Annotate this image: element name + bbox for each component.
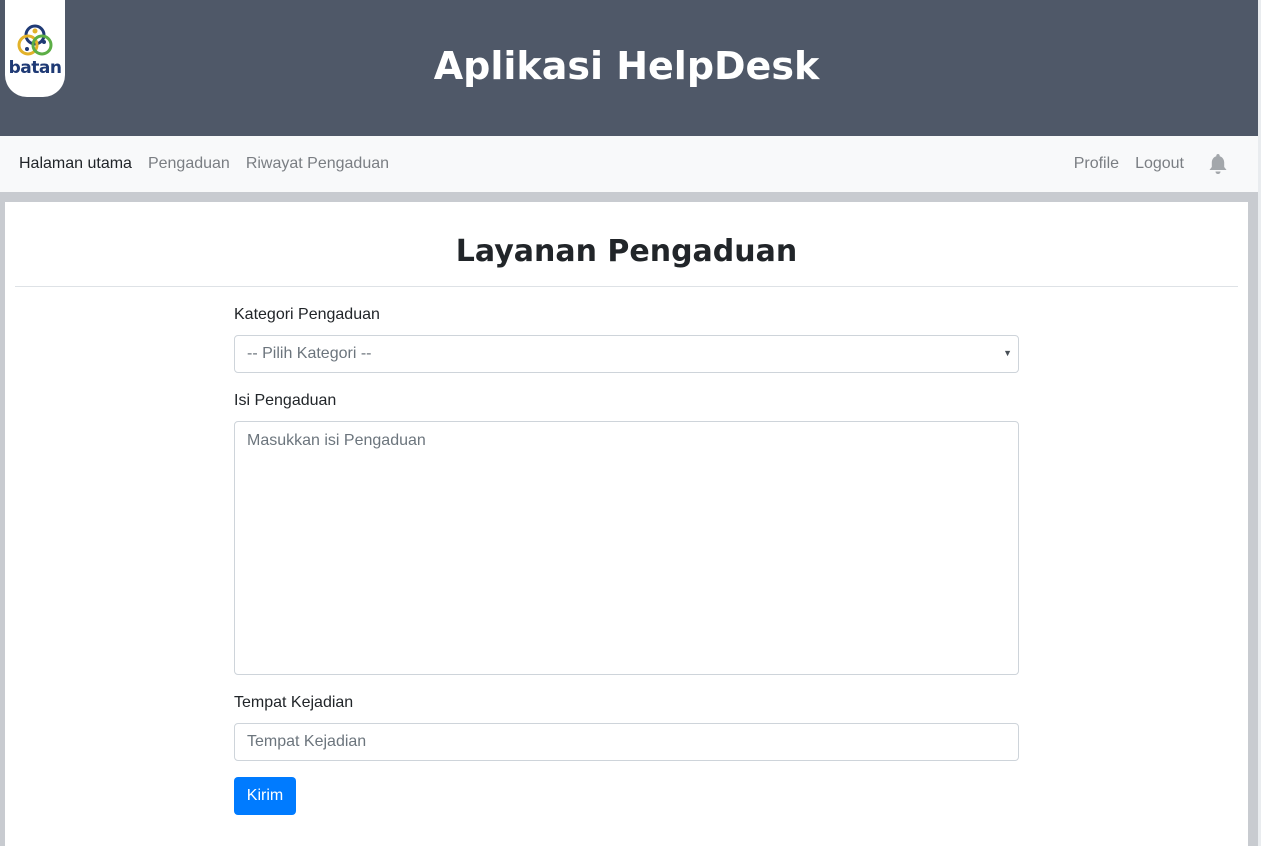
location-input[interactable]: Tempat Kejadian (234, 723, 1019, 761)
nav-item-pengaduan[interactable]: Pengaduan (148, 152, 230, 176)
category-select[interactable]: -- Pilih Kategori -- ▼ (234, 335, 1019, 373)
chevron-down-icon: ▼ (1003, 348, 1012, 358)
content-label: Isi Pengaduan (234, 392, 337, 409)
app-title: Aplikasi HelpDesk (433, 44, 820, 88)
nav-item-logout[interactable]: Logout (1135, 152, 1184, 176)
location-placeholder: Tempat Kejadian (247, 733, 367, 750)
submit-button[interactable]: Kirim (234, 777, 296, 815)
category-label: Kategori Pengaduan (234, 306, 380, 323)
app-header: batan Aplikasi HelpDesk (0, 0, 1258, 136)
page-title: Layanan Pengaduan (455, 234, 798, 269)
nav-item-riwayat-pengaduan[interactable]: Riwayat Pengaduan (246, 152, 389, 176)
content-placeholder: Masukkan isi Pengaduan (247, 432, 426, 449)
complaint-card: Layanan Pengaduan Kategori Pengaduan -- … (5, 202, 1248, 846)
nav-left: Halaman utama Pengaduan Riwayat Pengadua… (19, 136, 405, 192)
title-divider (15, 286, 1238, 287)
content-textarea[interactable]: Masukkan isi Pengaduan (234, 421, 1019, 675)
bell-icon[interactable] (1208, 153, 1228, 175)
navbar: Halaman utama Pengaduan Riwayat Pengadua… (0, 136, 1258, 192)
page-background: batan Aplikasi HelpDesk Halaman utama Pe… (0, 0, 1258, 846)
location-label: Tempat Kejadian (234, 694, 354, 711)
nav-item-halaman-utama[interactable]: Halaman utama (19, 152, 132, 176)
nav-right: Profile Logout (1058, 136, 1228, 192)
category-selected-value: -- Pilih Kategori -- (247, 345, 372, 362)
nav-item-profile[interactable]: Profile (1074, 152, 1119, 176)
